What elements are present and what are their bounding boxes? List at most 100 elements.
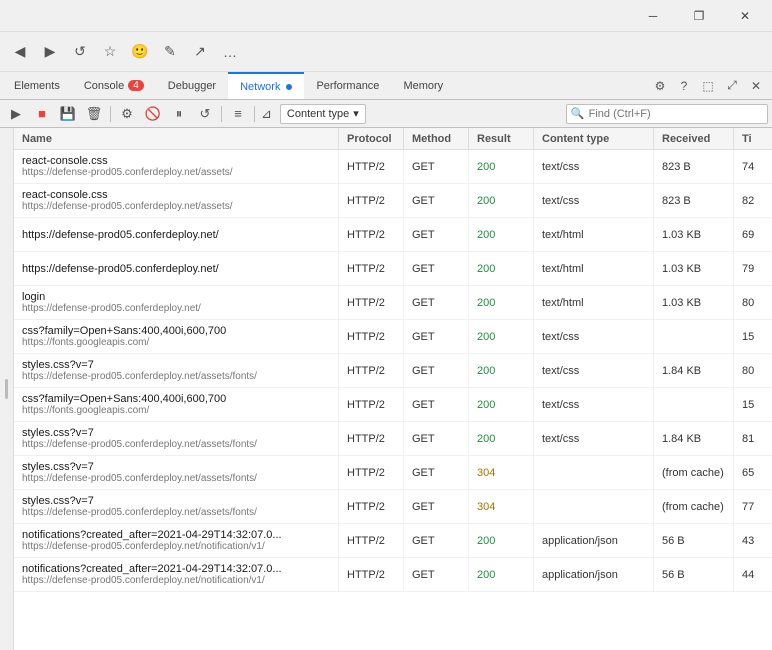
pause-button[interactable]: ⏸	[167, 103, 191, 125]
cell-method: GET	[404, 218, 469, 251]
find-input[interactable]	[589, 108, 763, 120]
record-button[interactable]: ▶	[4, 103, 28, 125]
maximize-button[interactable]: ❐	[676, 0, 722, 32]
table-row[interactable]: css?family=Open+Sans:400,400i,600,700 ht…	[14, 320, 772, 354]
minimize-button[interactable]: ─	[630, 0, 676, 32]
question-icon[interactable]: ?	[672, 74, 696, 98]
network-toolbar: ▶ ■ 💾 🗑 ⚙ 🚫 ⏸ ↺ ≡ ⊿ Content type ▾ 🔍	[0, 100, 772, 128]
cell-method: GET	[404, 150, 469, 183]
table-row[interactable]: styles.css?v=7 https://defense-prod05.co…	[14, 456, 772, 490]
cell-name: styles.css?v=7 https://defense-prod05.co…	[14, 354, 339, 387]
cell-name: login https://defense-prod05.conferdeplo…	[14, 286, 339, 319]
cell-protocol: HTTP/2	[339, 422, 404, 455]
tab-console[interactable]: Console 4	[72, 72, 156, 99]
cell-name: css?family=Open+Sans:400,400i,600,700 ht…	[14, 388, 339, 421]
cell-content-type: text/css	[534, 388, 654, 421]
table-row[interactable]: notifications?created_after=2021-04-29T1…	[14, 524, 772, 558]
cell-received: 823 B	[654, 184, 734, 217]
col-header-time[interactable]: Ti	[734, 128, 772, 149]
refresh-icon[interactable]: ↺	[68, 40, 92, 64]
side-panel-indicator	[5, 379, 8, 399]
cell-result: 200	[469, 184, 534, 217]
cell-method: GET	[404, 286, 469, 319]
table-row[interactable]: https://defense-prod05.conferdeploy.net/…	[14, 218, 772, 252]
cell-received: 56 B	[654, 558, 734, 591]
devtools-close-icon[interactable]: ✕	[744, 74, 768, 98]
cell-protocol: HTTP/2	[339, 354, 404, 387]
col-header-received[interactable]: Received	[654, 128, 734, 149]
cell-received	[654, 388, 734, 421]
cell-protocol: HTTP/2	[339, 388, 404, 421]
devtools-tabbar: Elements Console 4 Debugger Network Perf…	[0, 72, 772, 100]
reload-button[interactable]: ↺	[193, 103, 217, 125]
content-type-filter[interactable]: Content type ▾	[280, 104, 366, 124]
table-row[interactable]: styles.css?v=7 https://defense-prod05.co…	[14, 354, 772, 388]
table-body: react-console.css https://defense-prod05…	[14, 150, 772, 650]
col-header-method[interactable]: Method	[404, 128, 469, 149]
forward-icon[interactable]: ▶	[38, 40, 62, 64]
table-row[interactable]: login https://defense-prod05.conferdeplo…	[14, 286, 772, 320]
save-button[interactable]: 💾	[56, 103, 80, 125]
table-row[interactable]: styles.css?v=7 https://defense-prod05.co…	[14, 422, 772, 456]
content-type-chevron-icon: ▾	[353, 107, 359, 120]
toolbar-separator-3	[254, 106, 255, 122]
cell-protocol: HTTP/2	[339, 252, 404, 285]
col-header-content-type[interactable]: Content type	[534, 128, 654, 149]
cell-time: 74	[734, 150, 772, 183]
browser-toolbar: ◀ ▶ ↺ ☆ 🙂 ✎ ↗ …	[0, 32, 772, 72]
cell-protocol: HTTP/2	[339, 320, 404, 353]
cell-result: 200	[469, 320, 534, 353]
undock-icon[interactable]: ⤢	[720, 74, 744, 98]
close-button[interactable]: ✕	[722, 0, 768, 32]
settings-gear-icon[interactable]: ⚙	[648, 74, 672, 98]
settings-list-button[interactable]: ≡	[226, 103, 250, 125]
cell-result: 200	[469, 150, 534, 183]
tab-network[interactable]: Network	[228, 72, 304, 99]
cell-name: css?family=Open+Sans:400,400i,600,700 ht…	[14, 320, 339, 353]
cell-time: 15	[734, 320, 772, 353]
cell-received: 1.03 KB	[654, 252, 734, 285]
table-row[interactable]: notifications?created_after=2021-04-29T1…	[14, 558, 772, 592]
back-icon[interactable]: ◀	[8, 40, 32, 64]
block-button[interactable]: 🚫	[141, 103, 165, 125]
cell-name: styles.css?v=7 https://defense-prod05.co…	[14, 490, 339, 523]
tab-performance[interactable]: Performance	[304, 72, 391, 99]
cell-protocol: HTTP/2	[339, 456, 404, 489]
filter-icon-button[interactable]: ⚙	[115, 103, 139, 125]
col-header-protocol[interactable]: Protocol	[339, 128, 404, 149]
cell-name: react-console.css https://defense-prod05…	[14, 150, 339, 183]
cell-time: 15	[734, 388, 772, 421]
stop-button[interactable]: ■	[30, 103, 54, 125]
tab-memory[interactable]: Memory	[391, 72, 455, 99]
cell-method: GET	[404, 252, 469, 285]
pen-icon[interactable]: ✎	[158, 40, 182, 64]
table-row[interactable]: react-console.css https://defense-prod05…	[14, 184, 772, 218]
bookmark-icon[interactable]: ☆	[98, 40, 122, 64]
cell-time: 44	[734, 558, 772, 591]
cell-content-type: text/css	[534, 354, 654, 387]
cell-method: GET	[404, 422, 469, 455]
dock-icon[interactable]: ⬚	[696, 74, 720, 98]
tab-debugger[interactable]: Debugger	[156, 72, 228, 99]
cell-received: 1.03 KB	[654, 218, 734, 251]
table-row[interactable]: styles.css?v=7 https://defense-prod05.co…	[14, 490, 772, 524]
share-icon[interactable]: ↗	[188, 40, 212, 64]
profile-icon[interactable]: 🙂	[128, 40, 152, 64]
table-row[interactable]: react-console.css https://defense-prod05…	[14, 150, 772, 184]
cell-name: notifications?created_after=2021-04-29T1…	[14, 558, 339, 591]
cell-content-type: text/html	[534, 218, 654, 251]
table-row[interactable]: css?family=Open+Sans:400,400i,600,700 ht…	[14, 388, 772, 422]
cell-result: 200	[469, 286, 534, 319]
cell-name: https://defense-prod05.conferdeploy.net/	[14, 218, 339, 251]
cell-protocol: HTTP/2	[339, 490, 404, 523]
cell-time: 80	[734, 354, 772, 387]
table-row[interactable]: https://defense-prod05.conferdeploy.net/…	[14, 252, 772, 286]
tab-elements[interactable]: Elements	[2, 72, 72, 99]
cell-content-type: text/html	[534, 252, 654, 285]
cell-method: GET	[404, 524, 469, 557]
col-header-result[interactable]: Result	[469, 128, 534, 149]
cell-name: styles.css?v=7 https://defense-prod05.co…	[14, 422, 339, 455]
col-header-name[interactable]: Name	[14, 128, 339, 149]
more-icon[interactable]: …	[218, 40, 242, 64]
clear-button[interactable]: 🗑	[82, 103, 106, 125]
